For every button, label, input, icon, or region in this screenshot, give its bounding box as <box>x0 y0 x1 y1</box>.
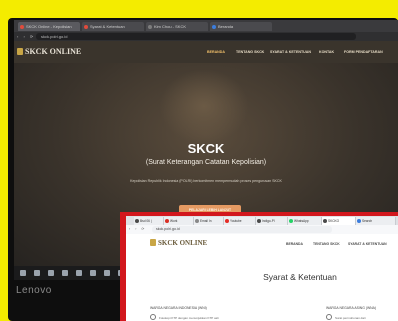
front-tab[interactable]: Work <box>164 217 194 225</box>
tab-favicon-icon <box>84 25 88 29</box>
folder-icon[interactable] <box>62 270 68 276</box>
wna-heading: WARGA NEGARA ASING (WNA) <box>326 306 376 310</box>
front-nav-syarat[interactable]: SYARAT & KETENTUAN <box>348 242 387 246</box>
front-tab-active[interactable]: SKCKO <box>322 217 356 225</box>
wni-item: Fotokopi KTP dengan menunjukkan KTP asli <box>150 314 219 320</box>
tab-favicon-icon <box>195 219 199 223</box>
front-tab[interactable]: Bsd 06 | <box>134 217 164 225</box>
front-tab[interactable]: Indigo-Pl <box>256 217 288 225</box>
os-taskbar <box>14 266 132 280</box>
list-bullet-icon <box>150 314 156 320</box>
taskview-icon[interactable] <box>48 270 54 276</box>
police-badge-icon <box>150 239 156 246</box>
front-nav-beranda[interactable]: BERANDA <box>286 242 303 246</box>
back-tab[interactable]: Beranda <box>210 22 272 31</box>
police-badge-icon <box>17 48 23 55</box>
tab-favicon-icon <box>323 219 327 223</box>
tab-favicon-icon <box>212 25 216 29</box>
hero-subtitle: (Surat Keterangan Catatan Kepolisian) <box>145 159 267 166</box>
front-tab-bar: Bsd 06 | Work Email In Youtube Indigo-Pl… <box>126 216 398 225</box>
laptop-brand-label: Lenovo <box>16 285 52 296</box>
search-icon[interactable] <box>34 270 40 276</box>
front-url-field[interactable]: skck.polri.go.id <box>152 226 332 233</box>
tab-favicon-icon <box>357 219 361 223</box>
hero-description: Kepolisian Republik Indonesia (POLRI) be… <box>130 179 282 183</box>
back-url-field[interactable]: skck.polri.go.id <box>36 33 356 40</box>
start-icon[interactable] <box>20 270 26 276</box>
police-crest-watermark <box>159 69 249 144</box>
tab-favicon-icon <box>289 219 293 223</box>
browser-icon[interactable] <box>76 270 82 276</box>
front-browser-screen: Bsd 06 | Work Email In Youtube Indigo-Pl… <box>126 216 398 321</box>
back-site-header: SKCK ONLINE BERANDA TENTANG SKCK SYARAT … <box>14 41 398 63</box>
wni-requirements: WARGA NEGARA INDONESIA (WNI) Fotokopi KT… <box>150 306 219 320</box>
list-bullet-icon <box>326 314 332 320</box>
front-nav-arrows-icon[interactable]: ‹ › ⟳ <box>129 227 146 231</box>
back-nav-arrows-icon[interactable]: ‹ › ⟳ <box>17 34 35 39</box>
back-tab[interactable]: Syarat & Ketentuan <box>82 22 144 31</box>
tab-favicon-icon <box>165 219 169 223</box>
front-site-header: SKCK ONLINE BERANDA TENTANG SKCK SYARAT … <box>126 234 398 254</box>
tab-favicon-icon <box>20 25 24 29</box>
back-nav-form[interactable]: FORM PENDAFTARAN <box>344 50 383 54</box>
wna-item: Surat permohonan dari <box>326 314 376 320</box>
page-title: Syarat & Ketentuan <box>263 272 337 282</box>
front-tab[interactable]: Search <box>356 217 396 225</box>
tab-favicon-icon <box>225 219 229 223</box>
back-nav-beranda[interactable]: BERANDA <box>207 50 225 54</box>
back-tab-bar: SKCK Online - Kepolisian Syarat & Ketent… <box>14 20 398 32</box>
back-nav-tentang[interactable]: TENTANG SKCK <box>236 50 264 54</box>
front-tab[interactable]: Email In <box>194 217 224 225</box>
back-nav-kontak[interactable]: KONTAK <box>319 50 334 54</box>
hero-title: SKCK <box>187 141 225 156</box>
front-tab[interactable]: WhatsApp <box>288 217 322 225</box>
tab-favicon-icon <box>135 219 139 223</box>
front-site-logo[interactable]: SKCK ONLINE <box>150 239 207 247</box>
back-nav-syarat[interactable]: SYARAT & KETENTUAN <box>270 50 311 54</box>
tab-favicon-icon <box>257 219 261 223</box>
front-tab[interactable]: Youtube <box>224 217 256 225</box>
wni-heading: WARGA NEGARA INDONESIA (WNI) <box>150 306 207 310</box>
back-address-bar: ‹ › ⟳ skck.polri.go.id <box>14 32 398 41</box>
tab-favicon-icon <box>148 25 152 29</box>
front-nav-tentang[interactable]: TENTANG SKCK <box>313 242 340 246</box>
store-icon[interactable] <box>104 270 110 276</box>
back-tab[interactable]: SKCK Online - Kepolisian <box>18 22 80 31</box>
back-site-logo[interactable]: SKCK ONLINE <box>17 47 81 56</box>
wna-requirements: WARGA NEGARA ASING (WNA) Surat permohona… <box>326 306 376 320</box>
back-tab[interactable]: Kim Chou - SKCK <box>146 22 208 31</box>
mail-icon[interactable] <box>90 270 96 276</box>
